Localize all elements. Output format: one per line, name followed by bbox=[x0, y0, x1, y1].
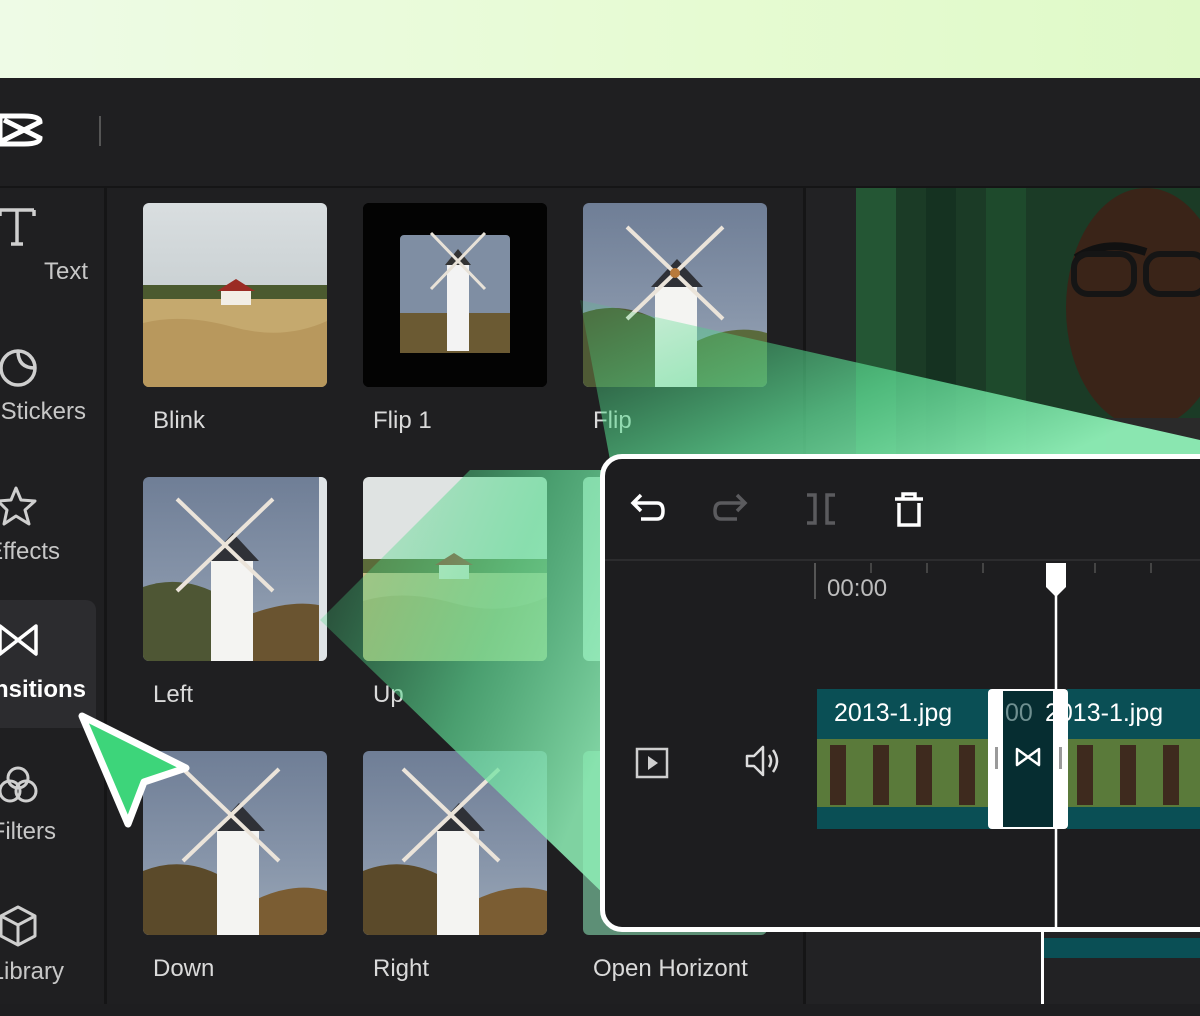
app-logo-icon[interactable] bbox=[0, 110, 44, 150]
cube-icon bbox=[0, 905, 37, 947]
sidebar: Text Stickers Effects Transitions bbox=[0, 188, 107, 1004]
transition-label: Open Horizont bbox=[593, 955, 748, 982]
undo-icon[interactable] bbox=[627, 489, 667, 529]
video-track-icon[interactable] bbox=[633, 743, 673, 783]
split-icon[interactable] bbox=[801, 489, 841, 529]
timeline-tracks bbox=[814, 563, 1200, 927]
sidebar-item-label: Filters bbox=[0, 818, 56, 845]
sidebar-item-effects[interactable]: Effects bbox=[0, 468, 96, 596]
transition-icon bbox=[0, 624, 38, 656]
text-icon bbox=[0, 208, 36, 246]
sidebar-item-stickers[interactable]: Stickers bbox=[0, 328, 96, 456]
filter-icon bbox=[0, 766, 38, 803]
clip-name-right: 2013-1.jpg bbox=[1045, 699, 1164, 727]
tile-thumbnail bbox=[363, 767, 547, 935]
clip-overlap-label: 00 bbox=[1005, 699, 1033, 727]
topbar-divider bbox=[99, 116, 101, 146]
tile-thumbnail bbox=[363, 203, 547, 387]
redo-icon[interactable] bbox=[711, 489, 751, 529]
transition-tile-flip[interactable] bbox=[583, 203, 767, 387]
transition-label: Blink bbox=[153, 407, 206, 434]
tile-thumbnail bbox=[583, 225, 767, 387]
transition-label: Flip 1 bbox=[373, 407, 432, 434]
timeline-toolbar bbox=[605, 459, 1200, 561]
sidebar-item-label: Transitions bbox=[0, 676, 86, 703]
transition-tile-flip-1[interactable] bbox=[363, 203, 547, 387]
volume-icon[interactable] bbox=[743, 741, 783, 781]
tile-thumbnail bbox=[143, 477, 327, 661]
transition-tile-right[interactable] bbox=[363, 751, 547, 935]
transition-tile-left[interactable] bbox=[143, 477, 327, 661]
transition-tile-blink[interactable] bbox=[143, 203, 327, 387]
tile-thumbnail bbox=[143, 203, 327, 387]
sidebar-item-label: Effects bbox=[0, 538, 60, 565]
sidebar-item-library[interactable]: Library bbox=[0, 888, 96, 1016]
transition-label: Left bbox=[153, 681, 194, 708]
sticker-icon bbox=[0, 349, 37, 387]
sidebar-item-text[interactable]: Text bbox=[0, 188, 96, 316]
transition-label: Flip bbox=[593, 407, 632, 434]
timeline-timecode: 00:00 bbox=[827, 575, 888, 602]
playhead-extension bbox=[1041, 930, 1044, 1004]
star-icon bbox=[0, 486, 37, 526]
track-strip-below bbox=[1042, 938, 1200, 958]
timeline-panel: 00:00 2013-1.jpg 00 2013-1.jpg bbox=[600, 454, 1200, 932]
sidebar-item-label: Text bbox=[43, 258, 88, 285]
transition-label: Right bbox=[373, 955, 430, 982]
transition-tile-up[interactable] bbox=[363, 477, 547, 661]
delete-icon[interactable] bbox=[889, 489, 929, 529]
top-bar bbox=[0, 78, 1200, 188]
transition-label: Down bbox=[153, 955, 215, 982]
sidebar-item-label: Stickers bbox=[0, 398, 86, 425]
top-banner-strip bbox=[0, 0, 1200, 78]
sidebar-item-label: Library bbox=[0, 958, 64, 985]
transition-label: Up bbox=[373, 681, 404, 708]
clip-name-left: 2013-1.jpg bbox=[834, 699, 953, 727]
tile-thumbnail bbox=[363, 477, 547, 661]
cursor-arrow-icon bbox=[78, 712, 190, 828]
